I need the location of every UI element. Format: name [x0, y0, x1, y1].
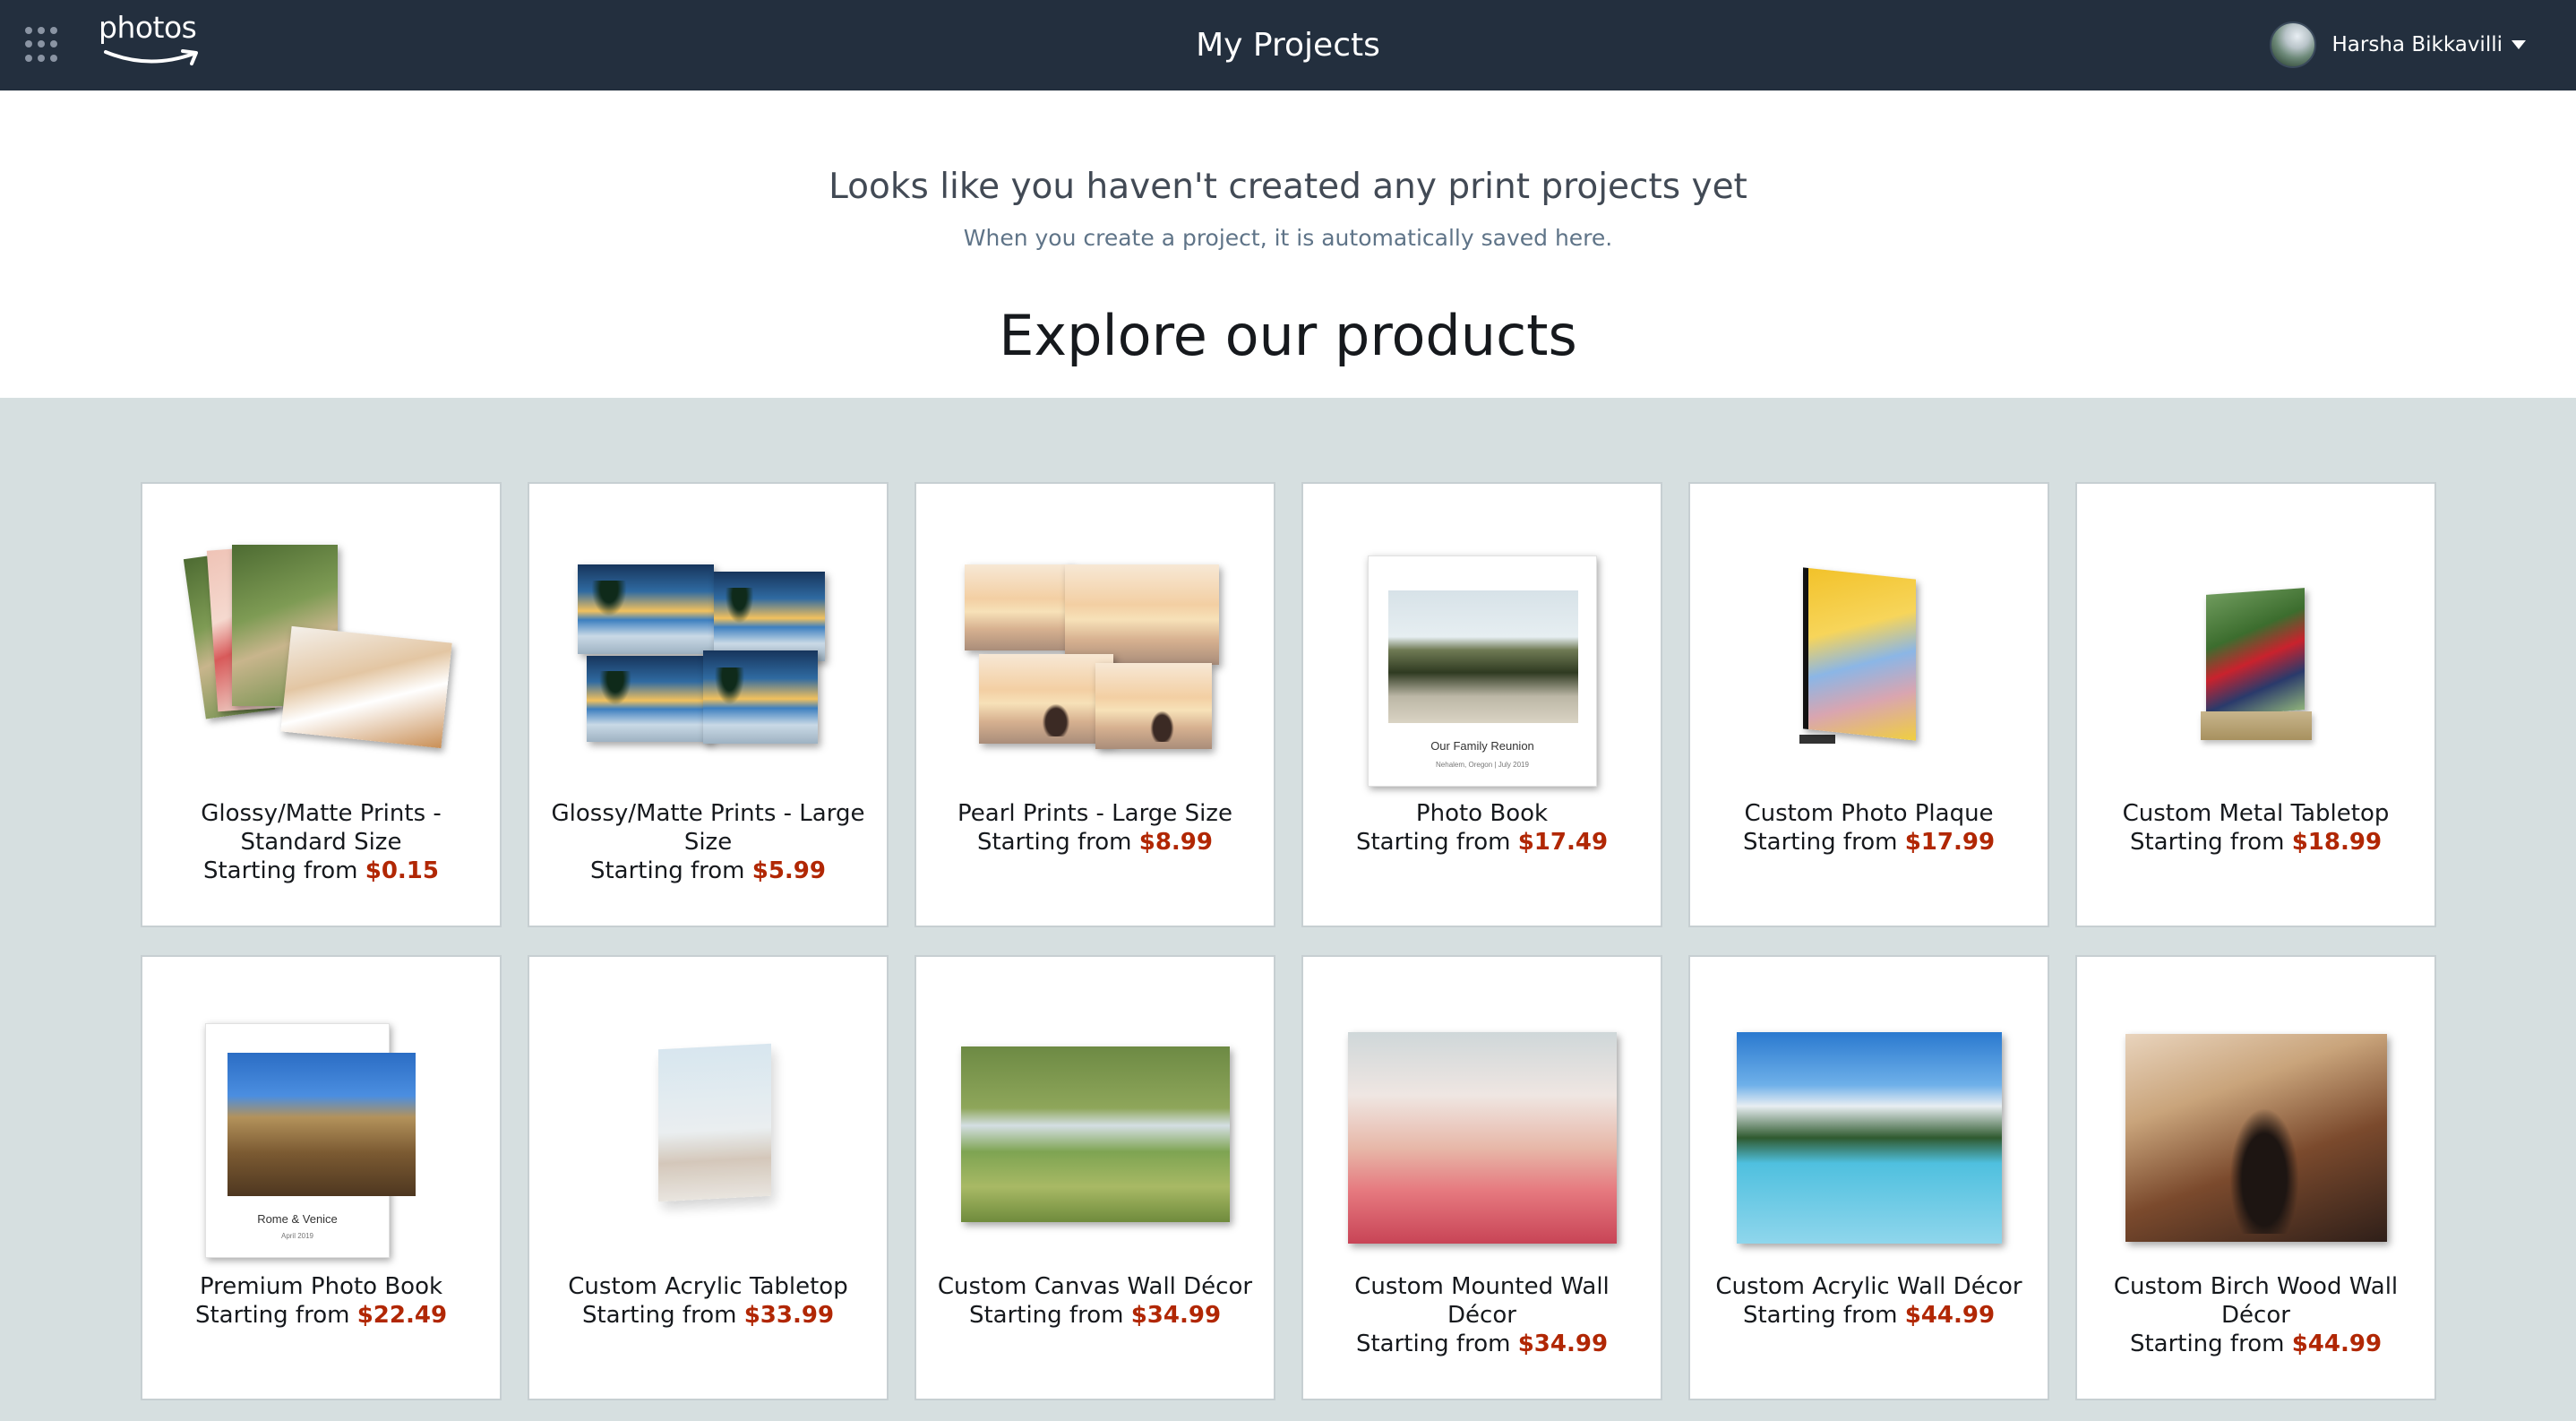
product-label: Premium Photo Book Starting from $22.49 — [160, 1272, 482, 1330]
caret-down-icon[interactable] — [2512, 40, 2526, 49]
product-name: Custom Photo Plaque — [1744, 800, 1994, 827]
product-price: $34.99 — [1517, 1331, 1609, 1357]
product-card-canvas-wall-decor[interactable]: Custom Canvas Wall Décor Starting from $… — [914, 955, 1275, 1400]
product-label: Custom Photo Plaque Starting from $17.99 — [1708, 799, 2030, 857]
product-label: Custom Canvas Wall Décor Starting from $… — [934, 1272, 1256, 1330]
price-prefix: Starting from — [976, 829, 1132, 856]
product-image — [529, 538, 887, 771]
product-image — [1690, 1011, 2048, 1244]
price-prefix: Starting from — [1355, 1331, 1511, 1357]
product-image — [2077, 1011, 2434, 1244]
price-prefix: Starting from — [581, 1302, 737, 1329]
empty-state-title: Looks like you haven't created any print… — [829, 167, 1747, 207]
product-card-acrylic-tabletop[interactable]: Custom Acrylic Tabletop Starting from $3… — [528, 955, 889, 1400]
product-price: $33.99 — [743, 1302, 835, 1329]
product-label: Custom Acrylic Tabletop Starting from $3… — [547, 1272, 869, 1330]
product-card-standard-prints[interactable]: Glossy/Matte Prints - Standard Size Star… — [141, 482, 502, 927]
empty-state-subtitle: When you create a project, it is automat… — [963, 225, 1613, 251]
price-prefix: Starting from — [589, 857, 745, 884]
product-price: $18.99 — [2291, 829, 2383, 856]
product-card-metal-tabletop[interactable]: Custom Metal Tabletop Starting from $18.… — [2075, 482, 2436, 927]
product-image: Rome & Venice April 2019 — [142, 1011, 500, 1258]
product-image — [916, 538, 1274, 771]
top-navigation-bar: photos My Projects Harsha Bikkavilli — [0, 0, 2576, 90]
product-label: Photo Book Starting from $17.49 — [1321, 799, 1643, 857]
product-label: Custom Birch Wood Wall Décor Starting fr… — [2095, 1272, 2417, 1358]
product-label: Pearl Prints - Large Size Starting from … — [934, 799, 1256, 857]
price-prefix: Starting from — [194, 1302, 350, 1329]
product-name: Custom Birch Wood Wall Décor — [2113, 1273, 2399, 1329]
product-price: $17.99 — [1904, 829, 1996, 856]
product-label: Glossy/Matte Prints - Large Size Startin… — [547, 799, 869, 885]
product-image — [142, 538, 500, 771]
product-name: Custom Metal Tabletop — [2122, 800, 2390, 827]
price-prefix: Starting from — [1742, 1302, 1898, 1329]
product-image — [529, 1011, 887, 1244]
book-cover-title: Our Family Reunion — [1430, 739, 1534, 753]
product-image: Our Family Reunion Nehalem, Oregon | Jul… — [1303, 538, 1661, 787]
product-name: Custom Acrylic Tabletop — [568, 1273, 848, 1300]
product-name: Photo Book — [1415, 800, 1549, 827]
product-label: Custom Mounted Wall Décor Starting from … — [1321, 1272, 1643, 1358]
product-card-photo-plaque[interactable]: Custom Photo Plaque Starting from $17.99 — [1688, 482, 2049, 927]
price-prefix: Starting from — [202, 857, 358, 884]
price-prefix: Starting from — [2129, 829, 2285, 856]
product-card-premium-photo-book[interactable]: Rome & Venice April 2019 Premium Photo B… — [141, 955, 502, 1400]
book-cover-title: Rome & Venice — [257, 1212, 338, 1226]
product-image — [1690, 538, 2048, 771]
product-price: $44.99 — [1904, 1302, 1996, 1329]
price-prefix: Starting from — [968, 1302, 1124, 1329]
product-price: $22.49 — [356, 1302, 448, 1329]
product-price: $8.99 — [1138, 829, 1213, 856]
product-card-large-prints[interactable]: Glossy/Matte Prints - Large Size Startin… — [528, 482, 889, 927]
product-name: Custom Canvas Wall Décor — [937, 1273, 1253, 1300]
page-title: My Projects — [1196, 27, 1380, 64]
product-image — [916, 1011, 1274, 1244]
explore-products-heading: Explore our products — [999, 303, 1577, 368]
product-name: Glossy/Matte Prints - Standard Size — [201, 800, 442, 856]
user-menu[interactable]: Harsha Bikkavilli — [2269, 22, 2526, 68]
product-name: Glossy/Matte Prints - Large Size — [551, 800, 865, 856]
product-image — [2077, 538, 2434, 771]
avatar[interactable] — [2269, 22, 2316, 68]
price-prefix: Starting from — [2129, 1331, 2285, 1357]
product-card-pearl-prints[interactable]: Pearl Prints - Large Size Starting from … — [914, 482, 1275, 927]
product-label: Custom Acrylic Wall Décor Starting from … — [1708, 1272, 2030, 1330]
product-price: $0.15 — [365, 857, 439, 884]
product-price: $44.99 — [2291, 1331, 2383, 1357]
product-label: Custom Metal Tabletop Starting from $18.… — [2095, 799, 2417, 857]
product-card-birch-wood-wall-decor[interactable]: Custom Birch Wood Wall Décor Starting fr… — [2075, 955, 2436, 1400]
book-cover-subtitle: April 2019 — [280, 1232, 314, 1240]
product-grid: Glossy/Matte Prints - Standard Size Star… — [0, 398, 2576, 1421]
product-image — [1303, 1011, 1661, 1244]
product-price: $5.99 — [751, 857, 826, 884]
product-name: Pearl Prints - Large Size — [957, 800, 1232, 827]
price-prefix: Starting from — [1355, 829, 1511, 856]
product-price: $34.99 — [1130, 1302, 1222, 1329]
price-prefix: Starting from — [1742, 829, 1898, 856]
product-card-mounted-wall-decor[interactable]: Custom Mounted Wall Décor Starting from … — [1301, 955, 1662, 1400]
product-card-acrylic-wall-decor[interactable]: Custom Acrylic Wall Décor Starting from … — [1688, 955, 2049, 1400]
product-label: Glossy/Matte Prints - Standard Size Star… — [160, 799, 482, 885]
book-cover-subtitle: Nehalem, Oregon | July 2019 — [1436, 761, 1529, 769]
user-name[interactable]: Harsha Bikkavilli — [2332, 33, 2503, 56]
product-name: Premium Photo Book — [199, 1273, 443, 1300]
product-card-photo-book[interactable]: Our Family Reunion Nehalem, Oregon | Jul… — [1301, 482, 1662, 927]
product-name: Custom Mounted Wall Décor — [1354, 1273, 1610, 1329]
product-name: Custom Acrylic Wall Décor — [1715, 1273, 2022, 1300]
product-price: $17.49 — [1517, 829, 1609, 856]
